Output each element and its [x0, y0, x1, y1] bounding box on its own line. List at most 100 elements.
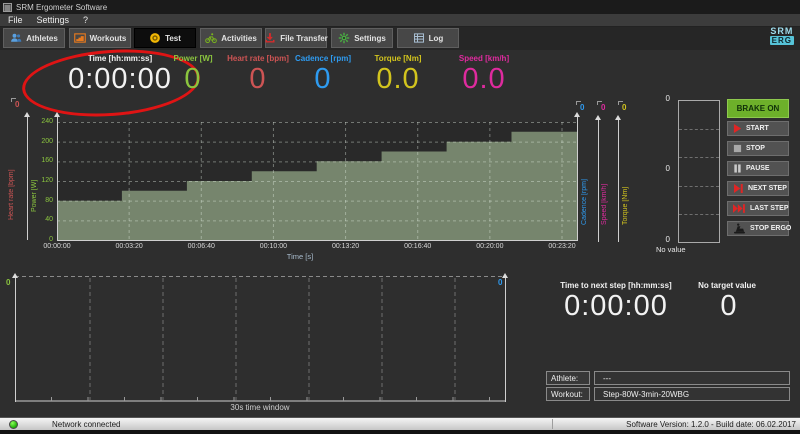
bottom-left-axis	[15, 278, 16, 402]
next-step-icon	[733, 184, 744, 193]
main-plot-svg	[57, 122, 577, 240]
gauge-mid-label: 0	[652, 164, 670, 173]
pause-button[interactable]: PAUSE	[727, 161, 789, 176]
start-button[interactable]: START	[727, 121, 789, 136]
tab-label: Log	[429, 34, 444, 43]
athlete-field-label: Athlete:	[546, 371, 590, 385]
power-axis	[57, 117, 58, 240]
menu-bar: File Settings ?	[0, 14, 800, 27]
bottom-chart-left-max: 0	[6, 278, 10, 287]
bottom-right-axis	[505, 278, 506, 402]
tab-label: Activities	[221, 34, 257, 43]
workout-profile-chart	[57, 122, 577, 240]
live-30s-chart	[15, 276, 506, 402]
torque-display: Torque [Nm] 0.0	[353, 54, 443, 95]
bottom-chart-right-max: 0	[498, 278, 502, 287]
stop-icon	[733, 144, 742, 153]
tab-bar: Athletes Workouts Test Activities File T…	[0, 27, 800, 50]
speed-axis	[598, 120, 599, 242]
power-tick-label: 80	[23, 197, 53, 204]
gauge-max-label: 0	[652, 94, 670, 103]
gauge-min-label: 0	[652, 235, 670, 244]
stop-ergo-button[interactable]: STOP ERGO	[727, 221, 789, 236]
activities-icon	[205, 32, 217, 44]
torque-axis-arrow-icon	[615, 115, 621, 120]
time-tick-label: 00:00:00	[33, 243, 81, 250]
file-transfer-icon	[264, 32, 276, 44]
power-tick-label: 0	[23, 236, 53, 243]
stop-label: STOP	[746, 145, 765, 152]
next-step-button[interactable]: NEXT STEP	[727, 181, 789, 196]
torque-axis	[618, 120, 619, 242]
workout-field-label: Workout:	[546, 387, 590, 401]
time-tick-label: 00:23:20	[538, 243, 586, 250]
target-value-label: No target value	[667, 281, 787, 290]
play-icon	[733, 124, 742, 133]
brake-on-label: BRAKE ON	[737, 104, 780, 113]
tab-log[interactable]: Log	[397, 28, 459, 48]
software-version-text: Software Version: 1.2.0 - Build date: 06…	[626, 420, 796, 429]
time-axis-title: Time [s]	[240, 252, 360, 261]
heart-rate-axis-arrow-icon	[24, 112, 30, 117]
torque-label: Torque [Nm]	[353, 54, 443, 63]
athlete-field-value[interactable]: ---	[594, 371, 790, 385]
workout-step-area	[57, 132, 577, 240]
gauge-gridline	[679, 214, 719, 215]
pause-icon	[733, 164, 742, 173]
menu-file[interactable]: File	[8, 15, 23, 25]
status-bar-divider	[552, 419, 553, 429]
tab-activities[interactable]: Activities	[200, 28, 262, 48]
target-gauge	[678, 100, 720, 243]
status-bar: Network connected Software Version: 1.2.…	[0, 417, 800, 430]
tab-workouts[interactable]: Workouts	[69, 28, 131, 48]
menu-settings[interactable]: Settings	[37, 15, 70, 25]
power-tick-label: 240	[23, 118, 53, 125]
brake-on-button[interactable]: BRAKE ON	[727, 99, 789, 118]
torque-value: 0.0	[353, 63, 443, 95]
power-tick-label: 160	[23, 157, 53, 164]
last-step-button[interactable]: LAST STEP	[727, 201, 789, 216]
tab-athletes[interactable]: Athletes	[3, 28, 65, 48]
last-step-icon	[733, 204, 746, 213]
cadence-axis-max: 0	[580, 103, 584, 112]
tab-test[interactable]: Test	[134, 28, 196, 48]
speed-axis-title: Speed [km/h]	[601, 150, 608, 225]
cadence-axis-title: Cadence [rpm]	[581, 150, 588, 225]
window-bottom-edge	[0, 430, 800, 434]
stop-button[interactable]: STOP	[727, 141, 789, 156]
gauge-gridline	[679, 157, 719, 158]
tab-label: Settings	[354, 34, 386, 43]
next-step-label: NEXT STEP	[748, 185, 787, 192]
network-status-led-icon	[9, 420, 18, 429]
heart-rate-axis-max: 0	[15, 100, 19, 109]
bottom-left-axis-arrow-icon	[12, 273, 18, 278]
pause-label: PAUSE	[746, 165, 770, 172]
speed-display: Speed [km/h] 0.0	[439, 54, 529, 95]
workout-field-value[interactable]: Step-80W-3min-20WBG	[594, 387, 790, 401]
test-icon	[149, 32, 161, 44]
power-tick-label: 200	[23, 138, 53, 145]
tab-label: Workouts	[90, 34, 127, 43]
stop-ergo-icon	[733, 223, 746, 234]
stop-ergo-label: STOP ERGO	[750, 225, 791, 232]
power-tick-label: 40	[23, 216, 53, 223]
target-value: 0	[667, 290, 791, 323]
tab-settings[interactable]: Settings	[331, 28, 393, 48]
tab-file-transfer[interactable]: File Transfer	[265, 28, 327, 48]
power-tick-label: 120	[23, 177, 53, 184]
torque-axis-max: 0	[622, 103, 626, 112]
logo-srm-text: SRM	[770, 27, 794, 36]
bottom-right-axis-arrow-icon	[502, 273, 508, 278]
tab-label: Athletes	[26, 34, 58, 43]
settings-icon	[338, 32, 350, 44]
logo-erg-badge: ERG	[770, 36, 794, 45]
bottom-chart-caption: 30s time window	[185, 403, 335, 412]
tab-label: File Transfer	[280, 34, 328, 43]
menu-help[interactable]: ?	[83, 15, 88, 25]
network-status-text: Network connected	[52, 420, 120, 429]
athletes-icon	[10, 32, 22, 44]
srm-erg-logo: SRM ERG	[770, 27, 794, 45]
time-tick-label: 00:16:40	[394, 243, 442, 250]
time-tick-label: 00:13:20	[322, 243, 370, 250]
time-tick-label: 00:06:40	[177, 243, 225, 250]
